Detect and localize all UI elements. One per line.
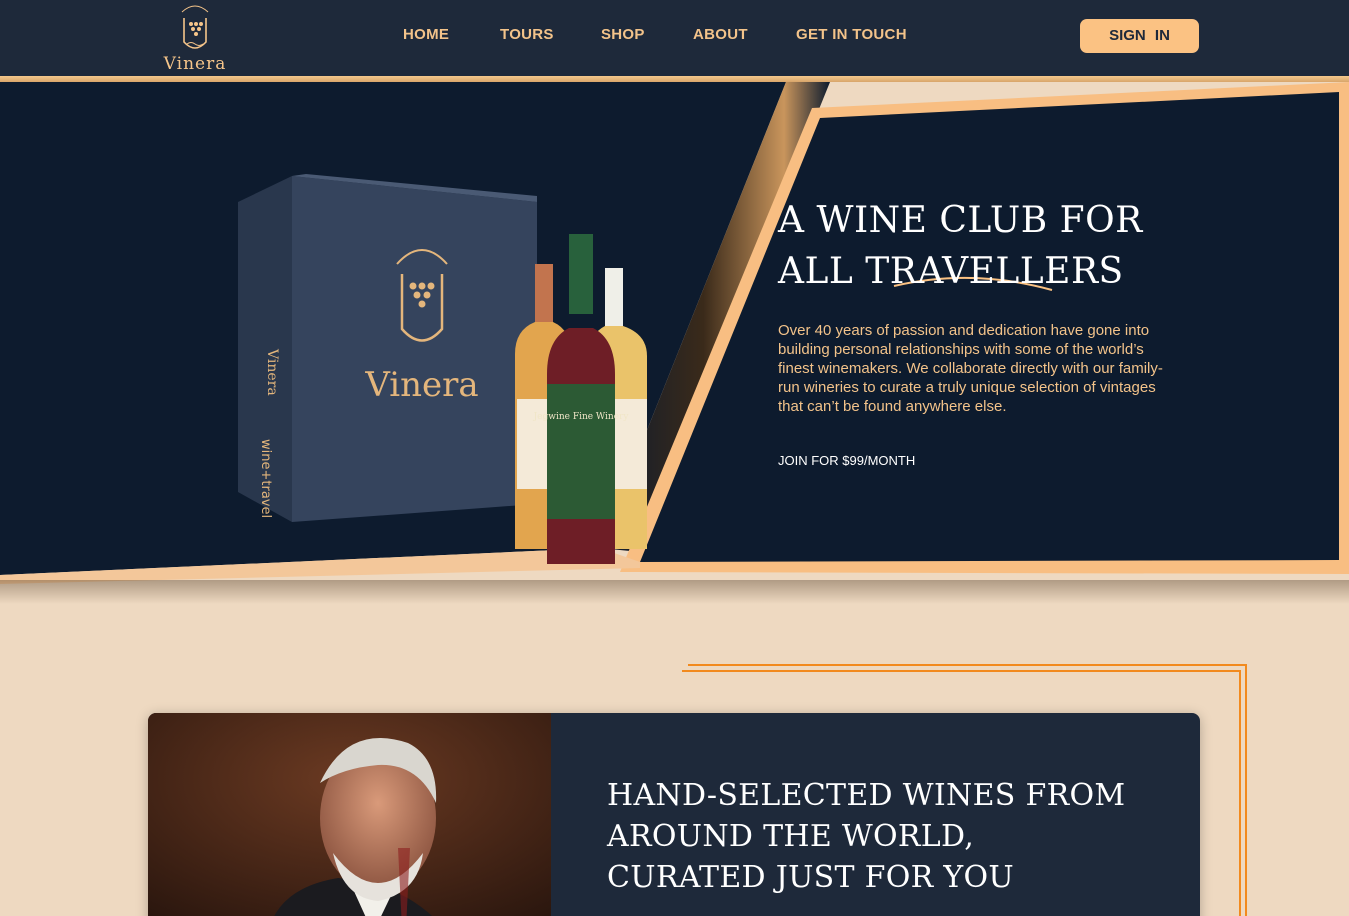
- hero-body-text: Over 40 years of passion and dedication …: [778, 322, 1163, 415]
- feature-heading: HAND-SELECTED WINES FROM AROUND THE WORL…: [607, 778, 1126, 895]
- hero-heading-line1: A WINE CLUB FOR: [778, 200, 1143, 241]
- top-navbar: Vinera HOME TOURS SHOP ABOUT GET IN TOUC…: [0, 0, 1349, 78]
- hero-heading-line2: ALL TRAVELLERS: [778, 251, 1124, 292]
- sommelier-photo: [148, 713, 551, 916]
- nav-get-in-touch[interactable]: GET IN TOUCH: [796, 26, 907, 43]
- nav-tours[interactable]: TOURS: [500, 26, 554, 43]
- join-cta-link[interactable]: JOIN FOR $99/MONTH: [778, 453, 915, 468]
- nav-divider: [0, 76, 1349, 82]
- box-side-brand: Vinera: [264, 348, 280, 396]
- nav-home[interactable]: HOME: [403, 26, 449, 43]
- feature-card: HAND-SELECTED WINES FROM AROUND THE WORL…: [148, 713, 1200, 916]
- sign-in-button[interactable]: SIGN IN: [1080, 19, 1199, 53]
- hero-shadow: [0, 580, 1349, 604]
- box-side-tagline: wine+travel: [258, 439, 273, 518]
- box-front-brand: Vinera: [364, 365, 478, 405]
- bottle-label: Jegwine Fine Winery: [533, 412, 630, 422]
- hero-heading: A WINE CLUB FOR ALL TRAVELLERS: [778, 195, 1198, 297]
- vinera-logo-icon: [181, 5, 209, 49]
- wine-bottle-icon: Jegwine Fine Winery: [515, 234, 647, 564]
- nav-about[interactable]: ABOUT: [693, 26, 748, 43]
- logo-wordmark: Vinera: [163, 54, 227, 74]
- vinera-logo[interactable]: Vinera: [160, 2, 230, 74]
- nav-shop[interactable]: SHOP: [601, 26, 645, 43]
